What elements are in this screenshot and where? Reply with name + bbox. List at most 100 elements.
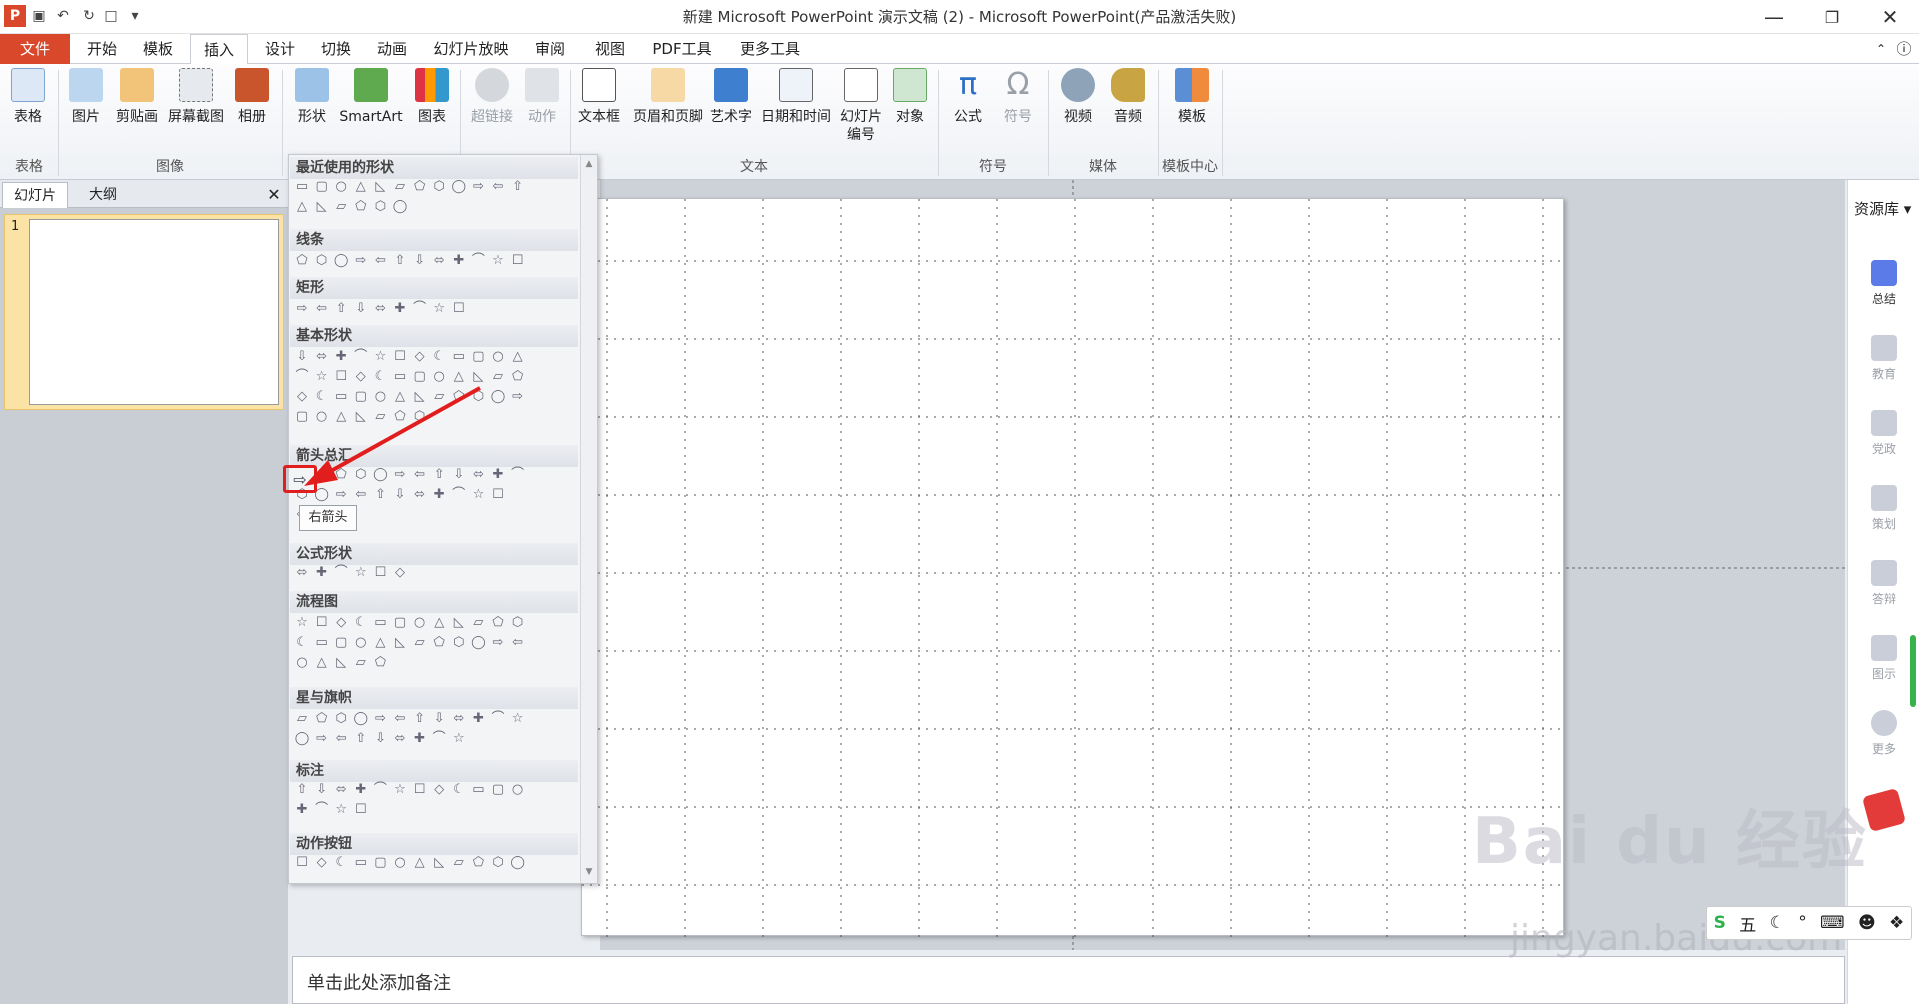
shape-option[interactable]: ☆ [371, 349, 389, 365]
shape-option[interactable]: ☆ [352, 565, 370, 581]
help-icon[interactable]: ⓘ [1892, 34, 1916, 64]
shape-option[interactable]: ⌒ [509, 467, 527, 483]
shape-option[interactable]: ○ [293, 655, 311, 671]
ime-toolbar[interactable]: S 五 ☾ ° ⌨ ☻ ❖ [1706, 906, 1912, 940]
shape-option[interactable]: ⬠ [509, 369, 527, 385]
shape-option[interactable]: ▢ [371, 855, 389, 871]
tab-insert[interactable]: 插入 [190, 34, 248, 65]
shape-option[interactable]: △ [411, 855, 429, 871]
hyperlink-button[interactable]: 超链接 [464, 68, 520, 126]
template-button[interactable]: 模板 [1166, 68, 1218, 126]
action-button[interactable]: 动作 [520, 68, 564, 126]
close-icon[interactable]: ✕ [1861, 0, 1919, 34]
shape-option[interactable]: ⬄ [450, 711, 468, 727]
tab-transitions[interactable]: 切换 [310, 34, 362, 64]
shape-option[interactable]: ◯ [509, 855, 527, 871]
resource-library-title[interactable]: 资源库 ▾ [1854, 198, 1911, 219]
punctuation-icon[interactable]: ° [1798, 913, 1807, 933]
shape-option[interactable]: ☐ [509, 253, 527, 269]
shape-option[interactable]: ⬡ [509, 615, 527, 631]
shape-option[interactable]: ○ [332, 179, 350, 195]
audio-button[interactable]: 音频 [1106, 68, 1150, 126]
shape-option[interactable]: ⇩ [371, 731, 389, 747]
shape-option[interactable]: ▢ [313, 179, 331, 195]
shape-option[interactable]: ⬠ [371, 655, 389, 671]
shape-option[interactable]: ⇧ [411, 711, 429, 727]
picture-button[interactable]: 图片 [64, 68, 108, 126]
shape-option[interactable]: ▱ [332, 199, 350, 215]
shape-option[interactable]: ◇ [430, 782, 448, 798]
table-button[interactable]: 表格 [6, 68, 50, 126]
shape-option[interactable]: ◺ [450, 615, 468, 631]
shape-option[interactable]: ✚ [332, 349, 350, 365]
shape-option[interactable]: ✚ [450, 253, 468, 269]
shape-option[interactable]: ⇦ [391, 711, 409, 727]
shape-option[interactable]: △ [313, 655, 331, 671]
shape-option[interactable]: ⬡ [450, 635, 468, 651]
shape-option[interactable]: ⇩ [293, 349, 311, 365]
shape-option[interactable]: ▢ [332, 635, 350, 651]
close-pane-icon[interactable]: ✕ [262, 182, 286, 208]
shape-option[interactable]: ◯ [293, 731, 311, 747]
resource-item-party[interactable]: 党政 [1848, 410, 1919, 457]
shape-option[interactable]: ⇧ [293, 782, 311, 798]
shape-option[interactable]: ☆ [332, 802, 350, 818]
tab-slideshow[interactable]: 幻灯片放映 [426, 34, 516, 64]
shape-option[interactable]: ◯ [450, 179, 468, 195]
object-button[interactable]: 对象 [888, 68, 932, 126]
tab-design[interactable]: 设计 [254, 34, 306, 64]
shape-option[interactable]: △ [430, 615, 448, 631]
shape-option[interactable]: ▱ [293, 711, 311, 727]
chart-button[interactable]: 图表 [410, 68, 454, 126]
shape-option[interactable]: ⇨ [352, 253, 370, 269]
shape-option[interactable]: ▭ [293, 179, 311, 195]
shape-option[interactable]: ⇨ [293, 301, 311, 317]
shape-option[interactable]: ☾ [430, 349, 448, 365]
shape-option[interactable]: ⇦ [371, 253, 389, 269]
shape-option[interactable]: ◇ [313, 855, 331, 871]
resource-item-more[interactable]: 更多 [1848, 710, 1919, 757]
shape-option[interactable]: ⌒ [489, 711, 507, 727]
shape-option[interactable]: ◇ [391, 565, 409, 581]
shape-option[interactable]: ⇦ [489, 179, 507, 195]
shape-option[interactable]: ▭ [450, 349, 468, 365]
shape-option[interactable]: ⌒ [430, 731, 448, 747]
shape-option[interactable]: ☆ [509, 711, 527, 727]
shape-option[interactable]: ⇧ [391, 253, 409, 269]
shape-option[interactable]: ⌒ [371, 782, 389, 798]
shape-option[interactable]: ⬠ [411, 179, 429, 195]
shape-option[interactable]: ▭ [371, 615, 389, 631]
shape-option[interactable]: ⇩ [352, 301, 370, 317]
slide-thumbnail[interactable] [29, 219, 279, 405]
ime-mode[interactable]: 五 [1739, 911, 1756, 936]
shape-option[interactable]: ☾ [332, 855, 350, 871]
shape-option[interactable]: ⬡ [371, 199, 389, 215]
shape-option[interactable]: ☾ [450, 782, 468, 798]
shape-option[interactable]: ⬄ [313, 349, 331, 365]
shape-option[interactable]: ▢ [469, 349, 487, 365]
minimize-icon[interactable]: — [1745, 0, 1803, 34]
shape-option[interactable]: ☆ [489, 253, 507, 269]
resource-item-education[interactable]: 教育 [1848, 335, 1919, 382]
restore-icon[interactable]: ❐ [1803, 0, 1861, 34]
shape-option[interactable]: ☆ [391, 782, 409, 798]
shape-option[interactable]: ◺ [332, 655, 350, 671]
shape-option[interactable]: ◯ [332, 253, 350, 269]
tab-review[interactable]: 审阅 [524, 34, 576, 64]
shape-option[interactable]: ⇨ [371, 711, 389, 727]
shape-option[interactable]: ▱ [352, 655, 370, 671]
shape-option[interactable]: ⇨ [489, 635, 507, 651]
shape-option[interactable]: ✚ [391, 301, 409, 317]
shape-option[interactable]: ⬡ [313, 253, 331, 269]
shape-option[interactable]: ⬄ [293, 565, 311, 581]
tab-more-tools[interactable]: 更多工具 [730, 34, 810, 64]
scroll-up-icon[interactable]: ▲ [583, 159, 595, 169]
shape-option[interactable]: ⬄ [371, 301, 389, 317]
shape-option[interactable]: ▱ [391, 179, 409, 195]
shape-option[interactable]: ☐ [450, 301, 468, 317]
collapse-ribbon-icon[interactable]: ⌃ [1870, 34, 1892, 64]
shape-option[interactable]: △ [352, 179, 370, 195]
shape-option[interactable]: ⇨ [313, 731, 331, 747]
equation-button[interactable]: π 公式 [946, 68, 990, 126]
shape-option[interactable]: ▭ [352, 855, 370, 871]
